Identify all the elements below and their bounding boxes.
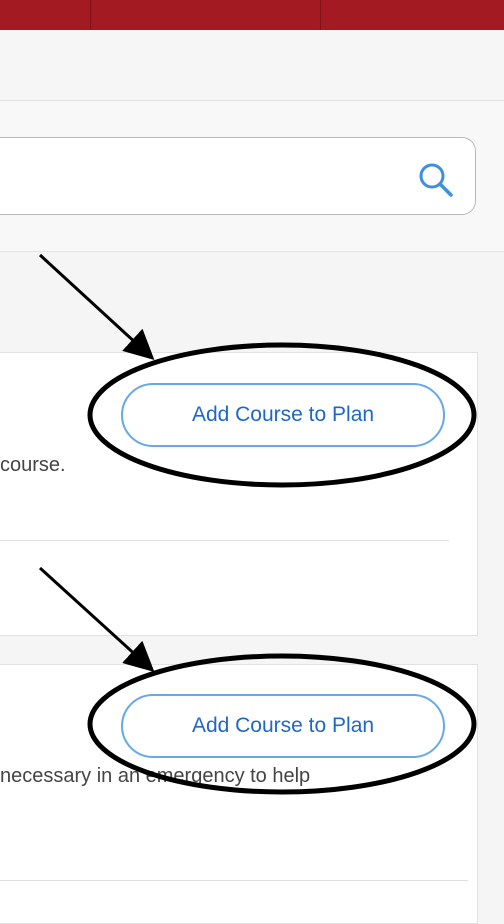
- nav-separator: [320, 0, 321, 30]
- search-box[interactable]: [0, 137, 476, 215]
- card-divider: [0, 880, 468, 881]
- add-course-to-plan-button[interactable]: Add Course to Plan: [121, 694, 445, 758]
- add-course-to-plan-button[interactable]: Add Course to Plan: [121, 383, 445, 447]
- course-description: course.: [0, 454, 66, 476]
- annotation-arrow: [38, 253, 155, 361]
- search-input[interactable]: [9, 158, 373, 196]
- top-nav-bar: [0, 0, 504, 30]
- nav-separator: [90, 0, 91, 30]
- sub-header: [0, 30, 504, 101]
- search-icon[interactable]: [416, 160, 456, 200]
- course-description: necessary in an emergency to help: [0, 765, 311, 787]
- card-divider: [0, 540, 449, 541]
